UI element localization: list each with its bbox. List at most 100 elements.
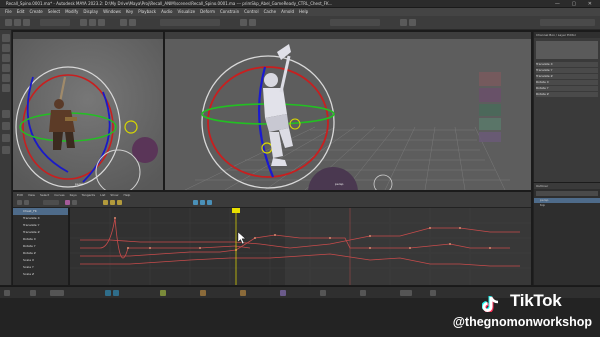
shelf-field[interactable] bbox=[160, 19, 220, 26]
shelf-tool-icon[interactable] bbox=[400, 19, 407, 26]
channel-box: Channel Box / Layer Editor Translate X T… bbox=[533, 32, 600, 182]
tangent-icon[interactable] bbox=[110, 200, 115, 205]
select-tool-icon[interactable] bbox=[2, 34, 10, 42]
ge-list-item[interactable]: Translate Y bbox=[13, 222, 68, 229]
tangent-icon[interactable] bbox=[103, 200, 108, 205]
ge-menu-item-keys[interactable]: Keys bbox=[70, 193, 77, 197]
layout-icon[interactable] bbox=[2, 122, 10, 130]
key-icon[interactable] bbox=[320, 290, 326, 296]
ge-list-item[interactable]: Translate Z bbox=[13, 229, 68, 236]
key-icon[interactable] bbox=[113, 290, 119, 296]
shelf-tool-icon[interactable] bbox=[89, 19, 96, 26]
ge-list-item[interactable]: Rotate Z bbox=[13, 250, 68, 257]
menu-item-audio[interactable]: Audio bbox=[161, 8, 172, 16]
buffer-curve-icon[interactable] bbox=[193, 200, 198, 205]
key-icon[interactable] bbox=[4, 290, 10, 296]
menu-item-edit[interactable]: Edit bbox=[17, 8, 25, 16]
play-icon[interactable] bbox=[430, 290, 436, 296]
ge-menu-item-list[interactable]: List bbox=[100, 193, 105, 197]
menu-item-modify[interactable]: Modify bbox=[65, 8, 78, 16]
channel-row[interactable]: Rotate X bbox=[536, 80, 598, 85]
viewport-right[interactable]: persp bbox=[165, 32, 531, 190]
mode-dropdown[interactable] bbox=[40, 19, 70, 26]
menu-item-control[interactable]: Control bbox=[244, 8, 258, 16]
menu-item-cache[interactable]: Cache bbox=[264, 8, 276, 16]
outliner-item[interactable]: top bbox=[534, 203, 600, 208]
channel-row[interactable]: Rotate Y bbox=[536, 86, 598, 91]
rotate-tool-icon[interactable] bbox=[2, 74, 10, 82]
channel-row[interactable]: Translate X bbox=[536, 62, 598, 67]
window-controls[interactable]: — ▢ ✕ bbox=[555, 1, 597, 7]
channel-row[interactable]: Translate Z bbox=[536, 74, 598, 79]
workspace-dropdown[interactable] bbox=[540, 19, 595, 26]
channel-box-tab[interactable]: Channel Box / Layer Editor bbox=[534, 32, 600, 38]
insert-key-icon[interactable] bbox=[24, 200, 29, 205]
ge-list-item[interactable]: Chest_FK bbox=[13, 208, 68, 215]
menu-item-playback[interactable]: Playback bbox=[138, 8, 156, 16]
menu-item-display[interactable]: Display bbox=[83, 8, 98, 16]
menu-item-create[interactable]: Create bbox=[29, 8, 42, 16]
buffer-curve-icon[interactable] bbox=[207, 200, 212, 205]
shelf-tool-icon[interactable] bbox=[23, 19, 30, 26]
stats-field[interactable] bbox=[43, 200, 59, 205]
key-icon[interactable] bbox=[280, 290, 286, 296]
curve-tool-icon[interactable] bbox=[65, 200, 70, 205]
shelf-tool-icon[interactable] bbox=[249, 19, 256, 26]
paint-tool-icon[interactable] bbox=[2, 54, 10, 62]
key-icon[interactable] bbox=[200, 290, 206, 296]
ge-menu-item-show[interactable]: Show bbox=[110, 193, 118, 197]
ge-menu-item-help[interactable]: Help bbox=[123, 193, 130, 197]
menu-item-windows[interactable]: Windows bbox=[103, 8, 121, 16]
move-tool-icon[interactable] bbox=[2, 64, 10, 72]
lasso-tool-icon[interactable] bbox=[2, 44, 10, 52]
menu-item-help[interactable]: Help bbox=[299, 8, 308, 16]
shelf-tool-icon[interactable] bbox=[129, 19, 136, 26]
shelf-tool-icon[interactable] bbox=[120, 19, 127, 26]
menu-item-key[interactable]: Key bbox=[126, 8, 133, 16]
ge-menu-item-curves[interactable]: Curves bbox=[54, 193, 64, 197]
channel-row[interactable]: Rotate Z bbox=[536, 92, 598, 97]
viewport-left[interactable]: persp bbox=[13, 32, 163, 190]
ge-menu-item-edit[interactable]: Edit bbox=[17, 193, 23, 197]
key-icon[interactable] bbox=[105, 290, 111, 296]
layout-icon[interactable] bbox=[2, 110, 10, 118]
ge-menu-item-tangents[interactable]: Tangents bbox=[82, 193, 95, 197]
buffer-curve-icon[interactable] bbox=[200, 200, 205, 205]
frame-all-icon[interactable] bbox=[72, 200, 77, 205]
layout-icon[interactable] bbox=[2, 134, 10, 142]
graph-editor-curve-view[interactable] bbox=[70, 208, 531, 285]
key-icon[interactable] bbox=[240, 290, 246, 296]
shelf-tool-icon[interactable] bbox=[98, 19, 105, 26]
ge-menu-item-select[interactable]: Select bbox=[40, 193, 49, 197]
shelf-tool-icon[interactable] bbox=[5, 19, 12, 26]
key-tool-icon[interactable] bbox=[17, 200, 22, 205]
menu-item-file[interactable]: File bbox=[5, 8, 12, 16]
ge-list-item[interactable]: Scale X bbox=[13, 257, 68, 264]
shelf-tool-icon[interactable] bbox=[14, 19, 21, 26]
key-icon[interactable] bbox=[30, 290, 36, 296]
tangent-icon[interactable] bbox=[117, 200, 122, 205]
range-field[interactable] bbox=[400, 290, 412, 296]
ge-list-item[interactable]: Rotate Y bbox=[13, 243, 68, 250]
key-icon[interactable] bbox=[360, 290, 366, 296]
ge-menu-item-view[interactable]: View bbox=[28, 193, 35, 197]
menu-item-select[interactable]: Select bbox=[48, 8, 60, 16]
graph-editor-toolbar: Edit View Select Curves Keys Tangents List Show… bbox=[13, 192, 531, 208]
ge-list-item[interactable]: Scale Z bbox=[13, 271, 68, 278]
frame-field[interactable] bbox=[50, 290, 64, 296]
layout-icon[interactable] bbox=[2, 146, 10, 154]
ge-list-item[interactable]: Rotate X bbox=[13, 236, 68, 243]
key-icon[interactable] bbox=[160, 290, 166, 296]
menu-item-visualize[interactable]: Visualize bbox=[177, 8, 195, 16]
ge-list-item[interactable]: Translate X bbox=[13, 215, 68, 222]
menu-item-arnold[interactable]: Arnold bbox=[281, 8, 294, 16]
ge-list-item[interactable]: Scale Y bbox=[13, 264, 68, 271]
shelf-tool-icon[interactable] bbox=[409, 19, 416, 26]
channel-row[interactable]: Translate Y bbox=[536, 68, 598, 73]
shelf-tool-icon[interactable] bbox=[80, 19, 87, 26]
search-field[interactable] bbox=[330, 19, 380, 26]
menu-item-constrain[interactable]: Constrain bbox=[220, 8, 239, 16]
menu-item-deform[interactable]: Deform bbox=[200, 8, 215, 16]
shelf-tool-icon[interactable] bbox=[240, 19, 247, 26]
scale-tool-icon[interactable] bbox=[2, 84, 10, 92]
